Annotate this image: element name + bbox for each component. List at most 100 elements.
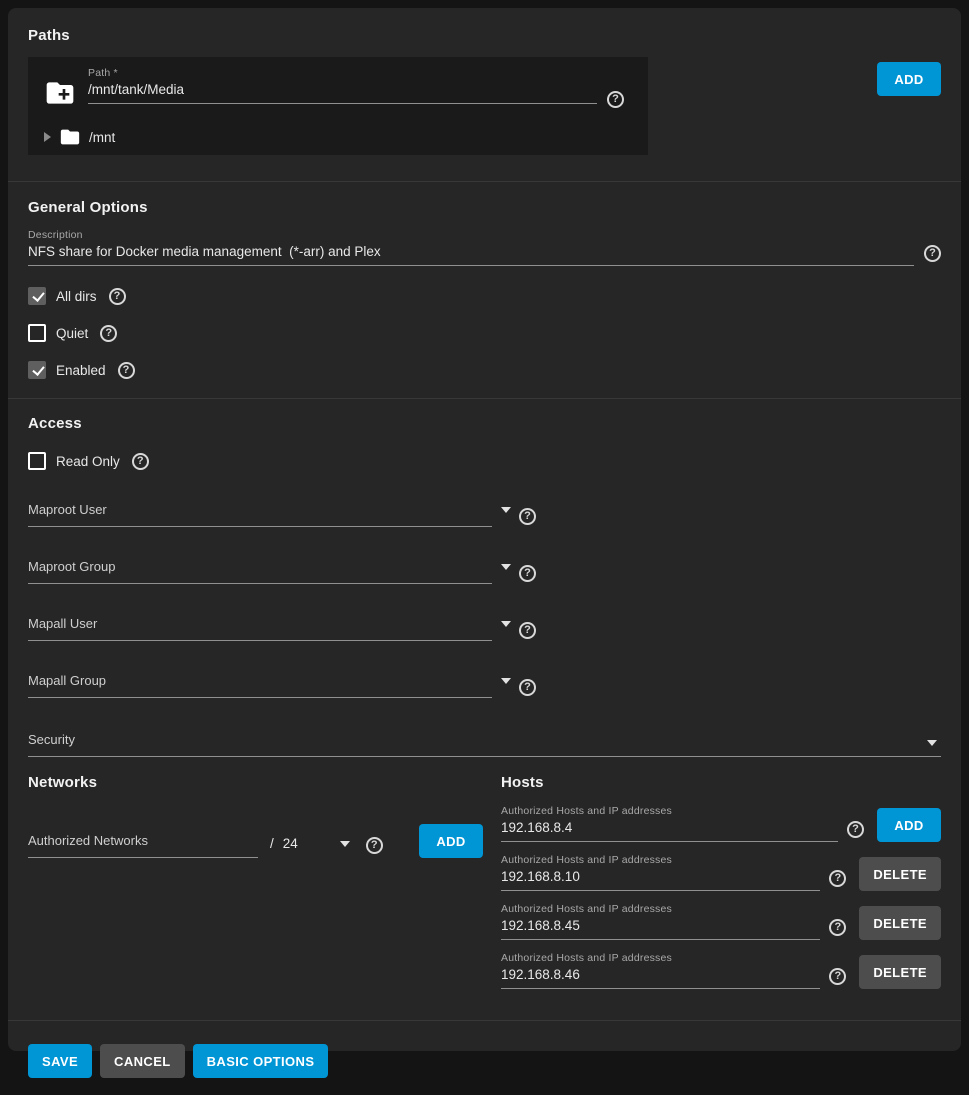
general-options-section: General Options Description NFS share fo… bbox=[28, 182, 941, 379]
path-help-icon[interactable]: ? bbox=[607, 91, 624, 108]
description-value[interactable]: NFS share for Docker media management (*… bbox=[28, 244, 914, 259]
host-input[interactable]: Authorized Hosts and IP addresses 192.16… bbox=[501, 952, 820, 989]
nfs-share-form-card: Paths Path * /mnt/tank/Media ? bbox=[8, 8, 961, 1051]
folder-icon bbox=[59, 126, 81, 148]
quiet-label: Quiet bbox=[56, 326, 88, 341]
basic-options-button[interactable]: BASIC OPTIONS bbox=[193, 1044, 329, 1078]
hosts-section: Hosts Authorized Hosts and IP addresses … bbox=[501, 774, 941, 989]
mapall-group-help-icon[interactable]: ? bbox=[519, 679, 536, 696]
path-field-label: Path * bbox=[88, 67, 597, 79]
mapall-group-select[interactable]: Mapall Group bbox=[28, 672, 492, 698]
maproot-user-select[interactable]: Maproot User bbox=[28, 501, 492, 527]
hosts-title: Hosts bbox=[501, 774, 941, 791]
description-label: Description bbox=[28, 229, 914, 241]
enabled-checkbox[interactable] bbox=[28, 361, 46, 379]
all-dirs-help-icon[interactable]: ? bbox=[109, 288, 126, 305]
security-label: Security bbox=[28, 732, 75, 747]
host-help-icon[interactable]: ? bbox=[847, 821, 864, 838]
paths-section-title: Paths bbox=[28, 27, 941, 44]
host-help-icon[interactable]: ? bbox=[829, 870, 846, 887]
host-field-label: Authorized Hosts and IP addresses bbox=[501, 805, 838, 817]
maproot-user-label: Maproot User bbox=[28, 502, 107, 517]
checkbox-row-quiet: Quiet ? bbox=[28, 324, 941, 342]
chevron-down-icon[interactable] bbox=[340, 841, 350, 847]
security-row: Security bbox=[28, 731, 941, 757]
host-field-label: Authorized Hosts and IP addresses bbox=[501, 854, 820, 866]
checkbox-row-enabled: Enabled ? bbox=[28, 361, 941, 379]
path-field-value[interactable]: /mnt/tank/Media bbox=[88, 82, 597, 97]
security-select[interactable]: Security bbox=[28, 731, 941, 757]
maproot-group-select[interactable]: Maproot Group bbox=[28, 558, 492, 584]
description-field[interactable]: Description NFS share for Docker media m… bbox=[28, 229, 914, 266]
mapall-group-label: Mapall Group bbox=[28, 673, 106, 688]
enabled-help-icon[interactable]: ? bbox=[118, 362, 135, 379]
paths-section: Paths Path * /mnt/tank/Media ? bbox=[28, 8, 941, 155]
read-only-label: Read Only bbox=[56, 454, 120, 469]
chevron-down-icon[interactable] bbox=[501, 507, 511, 513]
authorized-networks-label: Authorized Networks bbox=[28, 833, 148, 848]
maproot-group-row: Maproot Group ? bbox=[28, 558, 941, 584]
cidr-prefix-select[interactable]: 24 bbox=[283, 836, 298, 851]
enabled-label: Enabled bbox=[56, 363, 106, 378]
maproot-user-help-icon[interactable]: ? bbox=[519, 508, 536, 525]
mapall-user-label: Mapall User bbox=[28, 616, 97, 631]
host-input[interactable]: Authorized Hosts and IP addresses 192.16… bbox=[501, 805, 838, 842]
host-field-label: Authorized Hosts and IP addresses bbox=[501, 903, 820, 915]
chevron-down-icon[interactable] bbox=[501, 564, 511, 570]
access-section: Access Read Only ? Maproot User ? Maproo… bbox=[28, 399, 941, 757]
path-field[interactable]: Path * /mnt/tank/Media bbox=[88, 67, 597, 104]
read-only-help-icon[interactable]: ? bbox=[132, 453, 149, 470]
authorized-network-row: Authorized Networks / 24 ? ADD bbox=[28, 824, 483, 858]
host-field-value[interactable]: 192.168.8.45 bbox=[501, 918, 820, 933]
all-dirs-label: All dirs bbox=[56, 289, 97, 304]
host-field-value[interactable]: 192.168.8.46 bbox=[501, 967, 820, 982]
host-row: Authorized Hosts and IP addresses 192.16… bbox=[501, 805, 941, 842]
tree-node-label: /mnt bbox=[89, 130, 115, 145]
host-input[interactable]: Authorized Hosts and IP addresses 192.16… bbox=[501, 854, 820, 891]
host-delete-button[interactable]: DELETE bbox=[859, 857, 941, 891]
mapall-user-select[interactable]: Mapall User bbox=[28, 615, 492, 641]
chevron-down-icon[interactable] bbox=[501, 621, 511, 627]
save-button[interactable]: SAVE bbox=[28, 1044, 92, 1078]
cancel-button[interactable]: CANCEL bbox=[100, 1044, 185, 1078]
host-field-value[interactable]: 192.168.8.10 bbox=[501, 869, 820, 884]
mapall-user-row: Mapall User ? bbox=[28, 615, 941, 641]
authorized-networks-input[interactable]: Authorized Networks bbox=[28, 832, 258, 858]
mapall-group-row: Mapall Group ? bbox=[28, 672, 941, 698]
network-help-icon[interactable]: ? bbox=[366, 837, 383, 854]
folder-plus-icon[interactable] bbox=[44, 77, 76, 114]
quiet-checkbox[interactable] bbox=[28, 324, 46, 342]
chevron-down-icon[interactable] bbox=[501, 678, 511, 684]
access-title: Access bbox=[28, 415, 941, 432]
maproot-user-row: Maproot User ? bbox=[28, 501, 941, 527]
host-field-value[interactable]: 192.168.8.4 bbox=[501, 820, 838, 835]
networks-title: Networks bbox=[28, 774, 483, 791]
maproot-group-help-icon[interactable]: ? bbox=[519, 565, 536, 582]
paths-add-button[interactable]: ADD bbox=[877, 62, 941, 96]
file-tree-panel: Path * /mnt/tank/Media ? /mnt bbox=[28, 57, 648, 155]
all-dirs-checkbox[interactable] bbox=[28, 287, 46, 305]
host-input[interactable]: Authorized Hosts and IP addresses 192.16… bbox=[501, 903, 820, 940]
host-row: Authorized Hosts and IP addresses 192.16… bbox=[501, 903, 941, 940]
chevron-down-icon[interactable] bbox=[927, 740, 937, 746]
host-row: Authorized Hosts and IP addresses 192.16… bbox=[501, 854, 941, 891]
checkbox-row-all-dirs: All dirs ? bbox=[28, 287, 941, 305]
host-delete-button[interactable]: DELETE bbox=[859, 906, 941, 940]
network-add-button[interactable]: ADD bbox=[419, 824, 483, 858]
checkbox-row-read-only: Read Only ? bbox=[28, 452, 941, 470]
host-add-button[interactable]: ADD bbox=[877, 808, 941, 842]
tree-node-mnt[interactable]: /mnt bbox=[44, 126, 624, 148]
form-footer: SAVE CANCEL BASIC OPTIONS bbox=[28, 1021, 941, 1095]
description-help-icon[interactable]: ? bbox=[924, 245, 941, 262]
maproot-group-label: Maproot Group bbox=[28, 559, 115, 574]
general-options-title: General Options bbox=[28, 199, 941, 216]
host-delete-button[interactable]: DELETE bbox=[859, 955, 941, 989]
read-only-checkbox[interactable] bbox=[28, 452, 46, 470]
mapall-user-help-icon[interactable]: ? bbox=[519, 622, 536, 639]
tree-expand-icon[interactable] bbox=[44, 132, 51, 142]
networks-section: Networks Authorized Networks / 24 ? ADD bbox=[28, 774, 483, 989]
cidr-separator: / bbox=[270, 836, 274, 851]
host-help-icon[interactable]: ? bbox=[829, 919, 846, 936]
quiet-help-icon[interactable]: ? bbox=[100, 325, 117, 342]
host-help-icon[interactable]: ? bbox=[829, 968, 846, 985]
